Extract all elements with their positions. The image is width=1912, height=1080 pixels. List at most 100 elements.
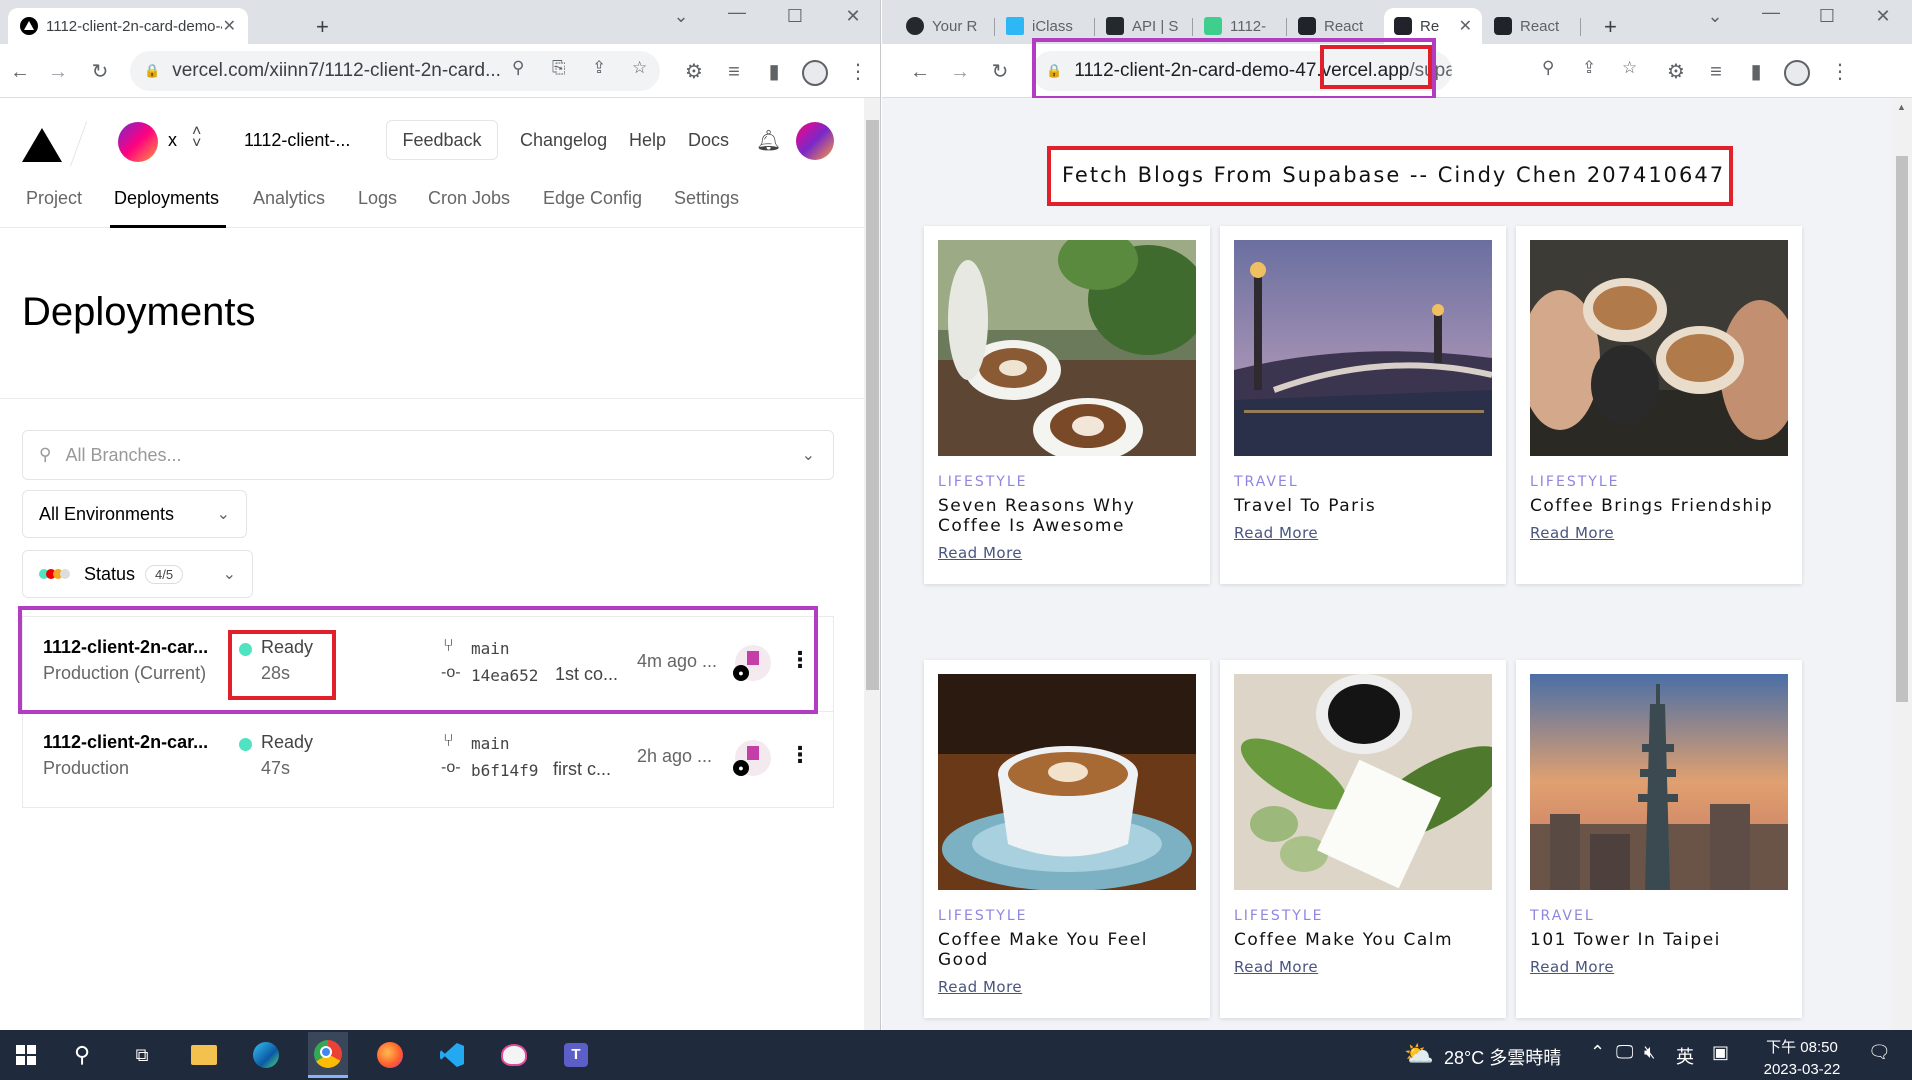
chevron-up-icon[interactable]: ⌃ xyxy=(1590,1042,1605,1063)
nav-project[interactable]: Project xyxy=(26,188,82,209)
ime-mode-icon[interactable]: ▣ xyxy=(1712,1042,1729,1063)
profile-icon[interactable] xyxy=(802,60,828,86)
zoom-icon[interactable]: ⚲ xyxy=(1542,58,1554,78)
windows-start-icon[interactable] xyxy=(4,1037,48,1073)
close-window-icon[interactable]: ✕ xyxy=(838,6,868,27)
deployment-row[interactable]: 1112-client-2n-car... Production Ready 4… xyxy=(22,712,834,808)
more-options-icon[interactable]: ⋮ xyxy=(789,742,811,768)
scrollbar-thumb[interactable] xyxy=(866,120,879,690)
sidepanel-icon[interactable]: ▮ xyxy=(1742,58,1770,86)
blog-card[interactable]: LIFESTYLE Seven Reasons Why Coffee Is Aw… xyxy=(924,226,1210,584)
help-link[interactable]: Help xyxy=(629,130,666,151)
weather-icon[interactable]: ⛅ xyxy=(1404,1040,1434,1069)
changelog-link[interactable]: Changelog xyxy=(520,130,607,151)
back-icon[interactable]: ← xyxy=(6,58,34,86)
environment-filter[interactable]: All Environments ⌄ xyxy=(22,490,247,538)
tab-close-icon[interactable]: ✕ xyxy=(223,16,236,36)
search-icon[interactable]: ⚲ xyxy=(62,1037,102,1073)
chrome-icon[interactable] xyxy=(308,1032,348,1078)
blog-card[interactable]: TRAVEL Travel To Paris Read More xyxy=(1220,226,1506,584)
extensions-icon[interactable]: ⚙ xyxy=(680,58,708,86)
minimize-icon[interactable]: — xyxy=(1756,2,1786,23)
sidepanel-icon[interactable]: ▮ xyxy=(760,58,788,86)
status-filter[interactable]: Status 4/5 ⌄ xyxy=(22,550,253,598)
nav-edge-config[interactable]: Edge Config xyxy=(543,188,642,209)
blog-card[interactable]: LIFESTYLE Coffee Make You Calm Read More xyxy=(1220,660,1506,1018)
read-more-link[interactable]: Read More xyxy=(1530,958,1614,976)
tab-react[interactable]: React xyxy=(1484,8,1580,44)
weather-text[interactable]: 28°C 多雲時晴 xyxy=(1444,1044,1561,1070)
star-icon[interactable]: ☆ xyxy=(632,58,647,78)
scrollbar[interactable] xyxy=(864,98,880,1030)
edge-icon[interactable] xyxy=(246,1037,286,1073)
share-icon[interactable]: ⇪ xyxy=(1582,58,1596,78)
nav-cron-jobs[interactable]: Cron Jobs xyxy=(428,188,510,209)
blog-card[interactable]: LIFESTYLE Coffee Make You Feel Good Read… xyxy=(924,660,1210,1018)
tab-search-icon[interactable]: ⌄ xyxy=(1700,6,1730,27)
task-view-icon[interactable]: ⧉ xyxy=(122,1037,162,1073)
team-avatar[interactable] xyxy=(118,122,158,162)
bell-icon[interactable]: 🔔︎ xyxy=(756,128,781,153)
clock[interactable]: 下午 08:50 2023-03-22 xyxy=(1762,1036,1842,1078)
deployment-branch[interactable]: main xyxy=(471,734,510,753)
input-method-indicator[interactable]: 英 xyxy=(1676,1043,1694,1069)
branch-filter[interactable]: ⚲ All Branches... ⌄ xyxy=(22,430,834,480)
firefox-icon[interactable] xyxy=(370,1037,410,1073)
nav-logs[interactable]: Logs xyxy=(358,188,397,209)
scrollbar[interactable]: ▲ xyxy=(1892,98,1912,1030)
address-bar[interactable]: 🔒 vercel.com/xiinn7/1112-client-2n-card.… xyxy=(130,51,660,91)
nav-analytics[interactable]: Analytics xyxy=(253,188,325,209)
nav-settings[interactable]: Settings xyxy=(674,188,739,209)
read-more-link[interactable]: Read More xyxy=(938,978,1022,996)
read-more-link[interactable]: Read More xyxy=(938,544,1022,562)
read-more-link[interactable]: Read More xyxy=(1530,524,1614,542)
commit-hash[interactable]: b6f14f9 xyxy=(471,761,538,780)
project-name[interactable]: 1112-client-... xyxy=(244,130,350,151)
search-icon[interactable]: ⚲ xyxy=(512,58,524,78)
new-tab-icon[interactable]: + xyxy=(316,14,329,40)
deployment-name[interactable]: 1112-client-2n-car... xyxy=(43,732,208,753)
file-explorer-icon[interactable] xyxy=(184,1037,224,1073)
paint-icon[interactable] xyxy=(494,1037,534,1073)
vercel-logo-icon[interactable] xyxy=(22,128,62,162)
minimize-icon[interactable]: — xyxy=(722,2,752,23)
star-icon[interactable]: ☆ xyxy=(1622,58,1637,78)
teams-icon[interactable]: T xyxy=(556,1037,596,1073)
scrollbar-thumb[interactable] xyxy=(1896,156,1908,702)
notifications-icon[interactable]: 🗨︎ xyxy=(1868,1042,1891,1063)
forward-icon[interactable]: → xyxy=(44,58,72,86)
translate-icon[interactable]: ⎘ xyxy=(552,58,566,78)
extensions-icon[interactable]: ⚙ xyxy=(1662,58,1690,86)
maximize-icon[interactable]: ☐ xyxy=(1812,6,1842,27)
media-icon[interactable]: ≡ xyxy=(720,58,748,86)
tab-github[interactable]: Your R xyxy=(896,8,988,44)
vscode-icon[interactable] xyxy=(432,1037,472,1073)
tab-search-icon[interactable]: ⌄ xyxy=(666,6,696,27)
share-icon[interactable]: ⇪ xyxy=(592,58,606,78)
feedback-button[interactable]: Feedback xyxy=(386,120,498,160)
team-switcher-icon[interactable]: ˄ ˅ xyxy=(192,124,201,152)
forward-icon[interactable]: → xyxy=(946,58,974,86)
tab-close-icon[interactable]: ✕ xyxy=(1459,16,1472,36)
blog-card[interactable]: TRAVEL 101 Tower In Taipei Read More xyxy=(1516,660,1802,1018)
volume-muted-icon[interactable]: 🔇︎ xyxy=(1644,1042,1655,1063)
blog-card[interactable]: LIFESTYLE Coffee Brings Friendship Read … xyxy=(1516,226,1802,584)
new-tab-icon[interactable]: + xyxy=(1604,14,1617,40)
team-name[interactable]: x xyxy=(168,130,177,151)
docs-link[interactable]: Docs xyxy=(688,130,729,151)
read-more-link[interactable]: Read More xyxy=(1234,958,1318,976)
back-icon[interactable]: ← xyxy=(906,58,934,86)
close-window-icon[interactable]: ✕ xyxy=(1868,6,1898,27)
network-icon[interactable]: 🖵︎ xyxy=(1616,1042,1633,1063)
read-more-link[interactable]: Read More xyxy=(1234,524,1318,542)
tab-vercel[interactable]: 1112-client-2n-card-demo-47 ✕ xyxy=(8,8,248,44)
maximize-icon[interactable]: ☐ xyxy=(780,6,810,27)
profile-icon[interactable] xyxy=(1784,60,1810,86)
nav-deployments[interactable]: Deployments xyxy=(114,188,219,209)
user-avatar[interactable] xyxy=(796,122,834,160)
reload-icon[interactable]: ↻ xyxy=(86,58,114,86)
scroll-up-icon[interactable]: ▲ xyxy=(1897,102,1906,112)
menu-icon[interactable]: ⋮ xyxy=(1826,58,1854,86)
menu-icon[interactable]: ⋮ xyxy=(844,58,872,86)
reload-icon[interactable]: ↻ xyxy=(986,58,1014,86)
